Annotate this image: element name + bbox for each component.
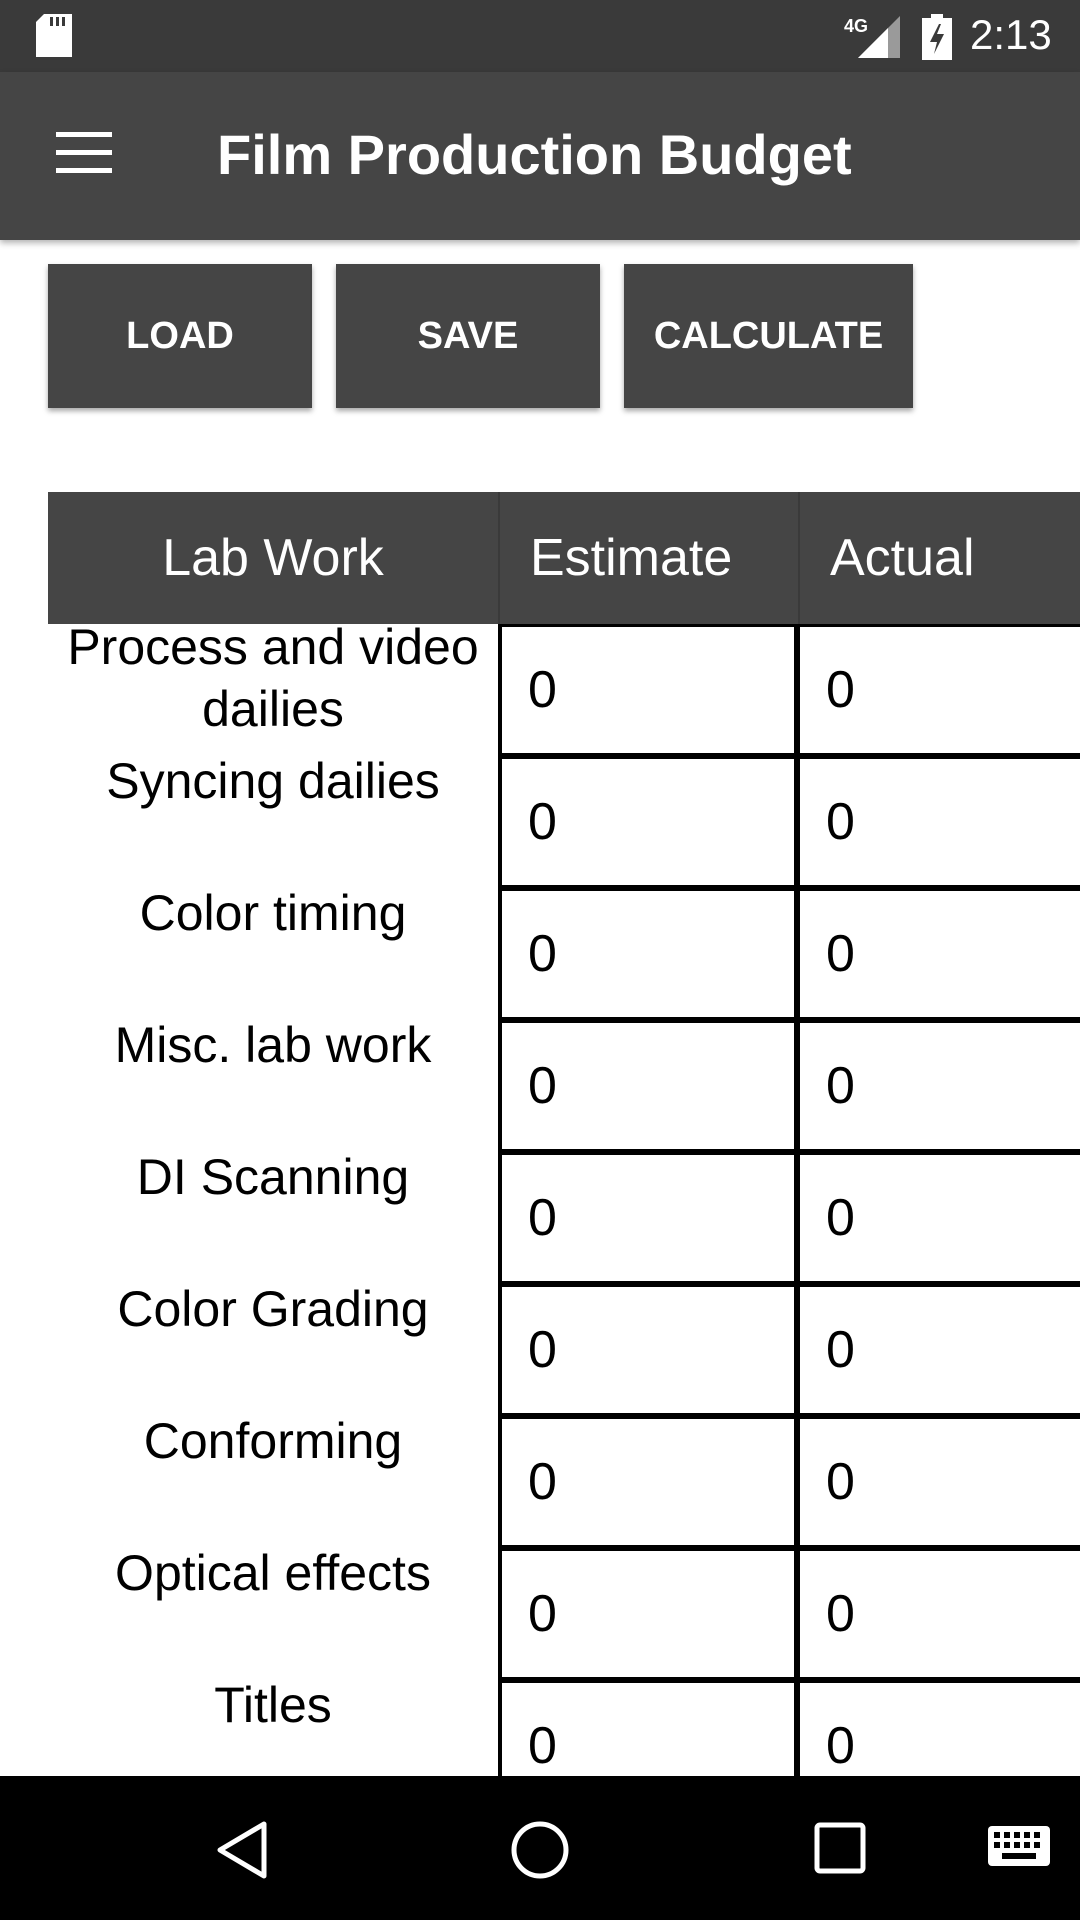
actual-input[interactable]: 0 xyxy=(796,888,1080,1020)
app-bar: Film Production Budget xyxy=(0,72,1080,240)
table-row: DI Scanning 0 0 xyxy=(0,1149,1080,1284)
estimate-input[interactable]: 0 xyxy=(498,756,798,888)
table-row: Color timing 0 0 xyxy=(0,885,1080,1020)
table-row: Syncing dailies 0 0 xyxy=(0,753,1080,888)
load-button[interactable]: LOAD xyxy=(48,264,312,408)
row-label: Conforming xyxy=(143,1413,403,1469)
table-row: Misc. lab work 0 0 xyxy=(0,1017,1080,1152)
actual-input[interactable]: 0 xyxy=(796,1284,1080,1416)
estimate-input[interactable]: 0 xyxy=(498,1020,798,1152)
estimate-input[interactable]: 0 xyxy=(498,1284,798,1416)
calculate-button[interactable]: CALCULATE xyxy=(624,264,913,408)
estimate-input[interactable]: 0 xyxy=(498,624,798,756)
estimate-input[interactable]: 0 xyxy=(498,1152,798,1284)
back-icon[interactable] xyxy=(214,1820,270,1880)
status-time: 2:13 xyxy=(970,11,1052,58)
table-row: Process and video dailies 0 0 xyxy=(0,624,1080,756)
header-lab-work: Lab Work xyxy=(162,529,384,587)
table-row: Titles 0 0 xyxy=(0,1677,1080,1776)
table-row: Color Grading 0 0 xyxy=(0,1281,1080,1416)
save-button[interactable]: SAVE xyxy=(336,264,600,408)
actual-input[interactable]: 0 xyxy=(796,624,1080,756)
row-label: DI Scanning xyxy=(136,1149,410,1205)
estimate-input[interactable]: 0 xyxy=(498,1416,798,1548)
row-label: Process and video dailies xyxy=(67,624,479,737)
estimate-input[interactable]: 0 xyxy=(498,888,798,1020)
table-header: Lab Work Estimate Actual xyxy=(48,492,1080,624)
header-actual: Actual xyxy=(798,492,1080,624)
actual-input[interactable]: 0 xyxy=(796,1152,1080,1284)
actual-input[interactable]: 0 xyxy=(796,1680,1080,1776)
network-type: 4G xyxy=(844,16,868,36)
budget-table[interactable]: Process and video dailies 0 0 Syncing da… xyxy=(0,624,1080,1776)
app-title: Film Production Budget xyxy=(217,123,852,186)
row-label: Misc. lab work xyxy=(114,1017,432,1073)
menu-icon[interactable] xyxy=(56,132,112,174)
recent-apps-icon[interactable] xyxy=(814,1822,866,1874)
navigation-bar xyxy=(0,1776,1080,1920)
actual-input[interactable]: 0 xyxy=(796,756,1080,888)
estimate-input[interactable]: 0 xyxy=(498,1680,798,1776)
row-label: Color Grading xyxy=(117,1281,429,1337)
table-row: Optical effects 0 0 xyxy=(0,1545,1080,1680)
estimate-input[interactable]: 0 xyxy=(498,1548,798,1680)
actual-input[interactable]: 0 xyxy=(796,1548,1080,1680)
row-label: Titles xyxy=(214,1677,332,1733)
status-bar: 4G 2:13 xyxy=(0,0,1080,72)
row-label: Color timing xyxy=(139,885,407,941)
signal-icon: 4G xyxy=(844,16,900,58)
keyboard-icon[interactable] xyxy=(988,1826,1050,1870)
actual-input[interactable]: 0 xyxy=(796,1416,1080,1548)
table-row: Conforming 0 0 xyxy=(0,1413,1080,1548)
battery-charging-icon xyxy=(922,14,952,60)
sd-card-icon xyxy=(36,14,72,57)
header-estimate: Estimate xyxy=(498,492,798,624)
row-label: Syncing dailies xyxy=(106,753,440,809)
actual-input[interactable]: 0 xyxy=(796,1020,1080,1152)
home-icon[interactable] xyxy=(510,1820,570,1880)
row-label: Optical effects xyxy=(115,1545,431,1601)
